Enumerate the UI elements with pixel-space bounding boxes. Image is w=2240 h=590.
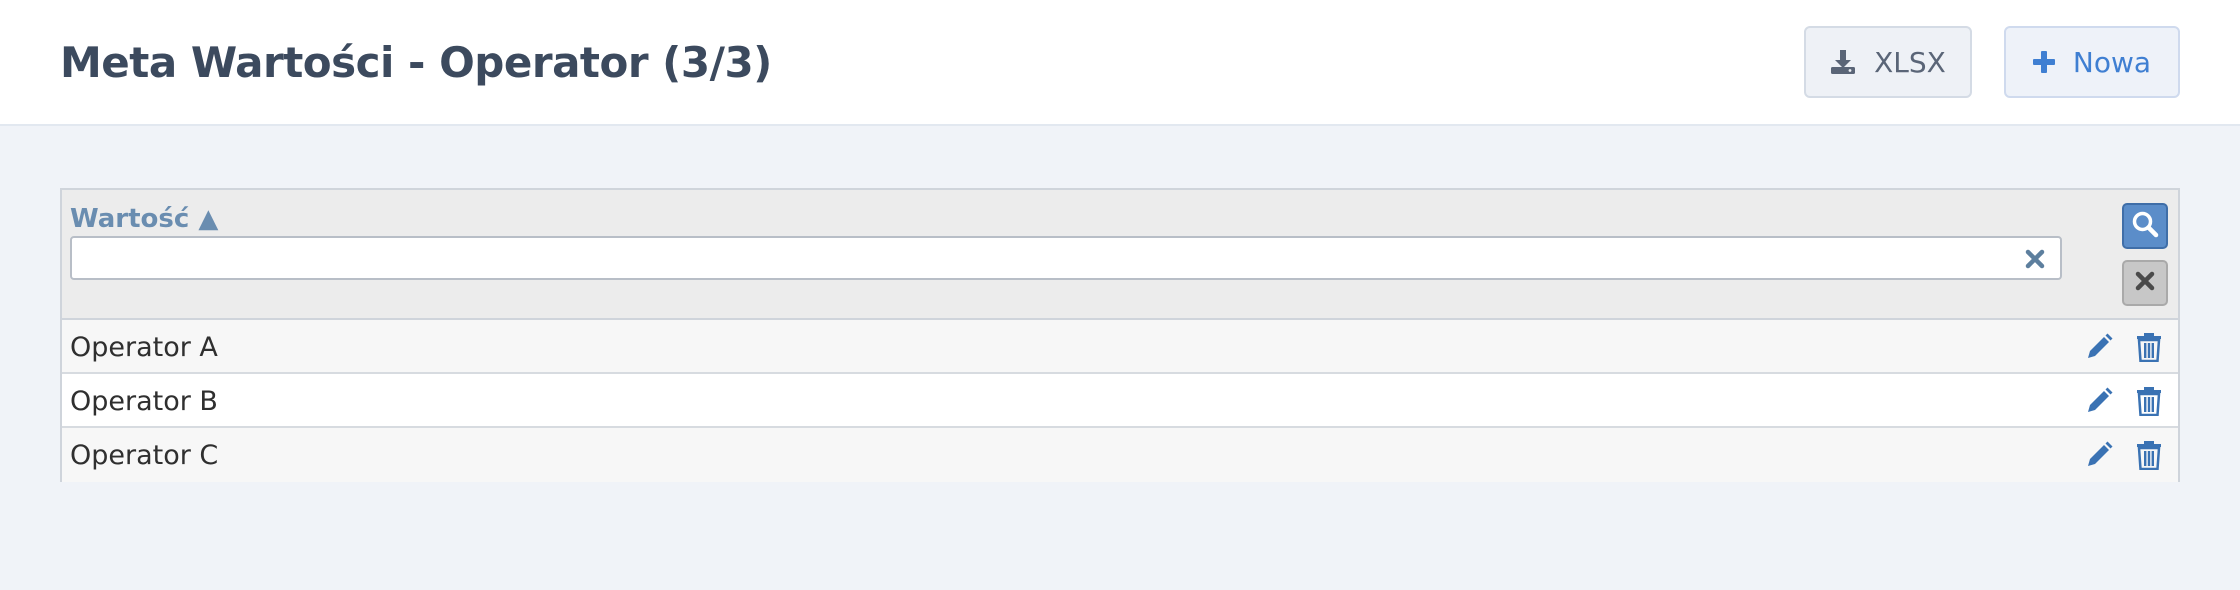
plus-icon bbox=[2032, 51, 2055, 73]
edit-pencil-icon[interactable] bbox=[2084, 440, 2114, 470]
new-button[interactable]: Nowa bbox=[2004, 26, 2180, 98]
table-row: Operator C bbox=[62, 428, 2178, 482]
page-header: Meta Wartości - Operator (3/3) XLSX Nowa bbox=[0, 0, 2240, 126]
row-value: Operator B bbox=[70, 386, 218, 417]
row-value: Operator A bbox=[70, 332, 218, 363]
clear-filter-icon[interactable] bbox=[2024, 248, 2046, 270]
search-button[interactable] bbox=[2122, 203, 2168, 249]
reset-filter-button[interactable] bbox=[2122, 260, 2168, 306]
delete-trash-icon[interactable] bbox=[2134, 386, 2164, 416]
edit-pencil-icon[interactable] bbox=[2084, 386, 2114, 416]
export-xlsx-label: XLSX bbox=[1874, 45, 1946, 79]
delete-trash-icon[interactable] bbox=[2134, 332, 2164, 362]
new-button-label: Nowa bbox=[2072, 45, 2152, 79]
row-value: Operator C bbox=[70, 440, 219, 471]
export-xlsx-button[interactable]: XLSX bbox=[1804, 26, 1972, 98]
close-icon bbox=[2134, 270, 2156, 297]
page-title: Meta Wartości - Operator (3/3) bbox=[60, 38, 772, 87]
download-icon bbox=[1830, 49, 1856, 75]
value-filter-input[interactable] bbox=[78, 242, 2012, 276]
table-row: Operator A bbox=[62, 320, 2178, 374]
values-grid: Wartość ▲ Operator A Operator B Operator… bbox=[60, 188, 2180, 482]
edit-pencil-icon[interactable] bbox=[2084, 332, 2114, 362]
delete-trash-icon[interactable] bbox=[2134, 440, 2164, 470]
value-filter-field bbox=[70, 236, 2062, 280]
table-row: Operator B bbox=[62, 374, 2178, 428]
search-icon bbox=[2131, 210, 2159, 243]
grid-header: Wartość ▲ bbox=[62, 190, 2178, 320]
column-header-value[interactable]: Wartość ▲ bbox=[70, 204, 218, 234]
